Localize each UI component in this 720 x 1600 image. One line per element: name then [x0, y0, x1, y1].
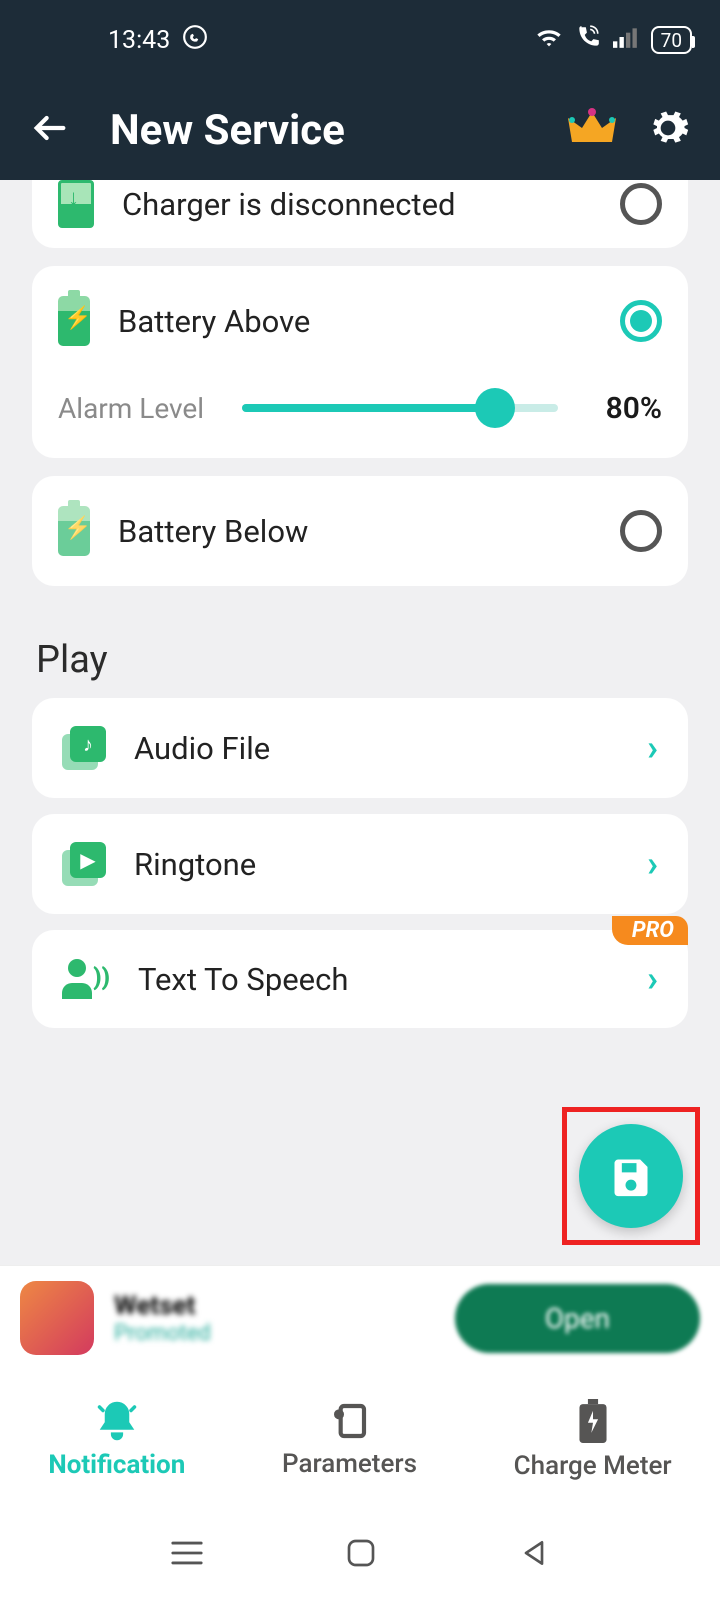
page-title: New Service: [110, 106, 538, 155]
home-button[interactable]: [345, 1537, 377, 1573]
battery-indicator: 70: [651, 26, 692, 54]
play-audio-file[interactable]: ♪ Audio File ›: [32, 698, 688, 798]
nav-label: Parameters: [282, 1449, 417, 1479]
play-ringtone[interactable]: ▶ Ringtone ›: [32, 814, 688, 914]
status-bar: 13:43 70: [0, 0, 720, 80]
radio-unchecked[interactable]: [620, 510, 662, 552]
option-label: Battery Below: [118, 513, 592, 550]
play-label: Audio File: [134, 730, 619, 767]
section-play-title: Play: [36, 638, 688, 682]
system-nav: [0, 1510, 720, 1600]
slider-label: Alarm Level: [58, 392, 218, 425]
slider-value: 80%: [582, 391, 662, 426]
nav-label: Notification: [48, 1450, 185, 1480]
ad-subtitle: Promoted: [114, 1321, 435, 1346]
option-battery-above[interactable]: Battery Above Alarm Level 80%: [32, 266, 688, 458]
whatsapp-icon: [182, 24, 208, 57]
nav-charge-meter[interactable]: Charge Meter: [514, 1399, 672, 1481]
recent-apps-button[interactable]: [170, 1539, 204, 1571]
wifi-calling-icon: [575, 24, 601, 57]
radio-unchecked[interactable]: [620, 183, 662, 225]
ad-title: Wetset: [114, 1291, 435, 1321]
ringtone-icon: ▶: [62, 842, 106, 886]
nav-parameters[interactable]: Parameters: [282, 1401, 417, 1479]
ad-banner[interactable]: Wetset Promoted Open: [0, 1265, 720, 1370]
crown-icon[interactable]: [568, 108, 616, 152]
status-time: 13:43: [108, 26, 170, 55]
battery-pct: 70: [661, 29, 682, 52]
alarm-level-slider[interactable]: [242, 388, 558, 428]
play-text-to-speech[interactable]: PRO )) Text To Speech ›: [32, 930, 688, 1028]
chevron-right-icon: ›: [647, 727, 658, 769]
text-to-speech-icon: )): [62, 959, 110, 999]
ad-app-icon: [20, 1281, 94, 1355]
play-label: Ringtone: [134, 846, 619, 883]
audio-file-icon: ♪: [62, 726, 106, 770]
ad-text: Wetset Promoted: [114, 1291, 435, 1346]
option-charger-disconnected[interactable]: Charger is disconnected: [32, 180, 688, 248]
chevron-right-icon: ›: [647, 958, 658, 1000]
save-fab[interactable]: [579, 1124, 683, 1228]
nav-label: Charge Meter: [514, 1451, 672, 1481]
fab-highlight: [562, 1107, 700, 1245]
nav-notification[interactable]: Notification: [48, 1400, 185, 1480]
play-label: Text To Speech: [138, 961, 619, 998]
charger-disconnected-icon: [58, 180, 94, 228]
settings-icon[interactable]: [646, 106, 690, 154]
content-area: Charger is disconnected Battery Above Al…: [0, 180, 720, 1265]
signal-icon: [613, 26, 639, 55]
radio-checked[interactable]: [620, 300, 662, 342]
wifi-icon: [535, 25, 563, 56]
pro-badge: PRO: [612, 916, 688, 945]
bottom-nav: Notification Parameters Charge Meter: [0, 1370, 720, 1510]
alarm-level-row: Alarm Level 80%: [58, 388, 662, 428]
back-button[interactable]: [30, 108, 70, 152]
back-system-button[interactable]: [518, 1537, 550, 1573]
ad-open-button[interactable]: Open: [455, 1284, 700, 1353]
option-label: Battery Above: [118, 303, 592, 340]
option-battery-below[interactable]: Battery Below: [32, 476, 688, 586]
option-label: Charger is disconnected: [122, 186, 592, 223]
battery-low-icon: [58, 506, 90, 556]
chevron-right-icon: ›: [647, 843, 658, 885]
battery-charging-icon: [58, 296, 90, 346]
app-bar: New Service: [0, 80, 720, 180]
